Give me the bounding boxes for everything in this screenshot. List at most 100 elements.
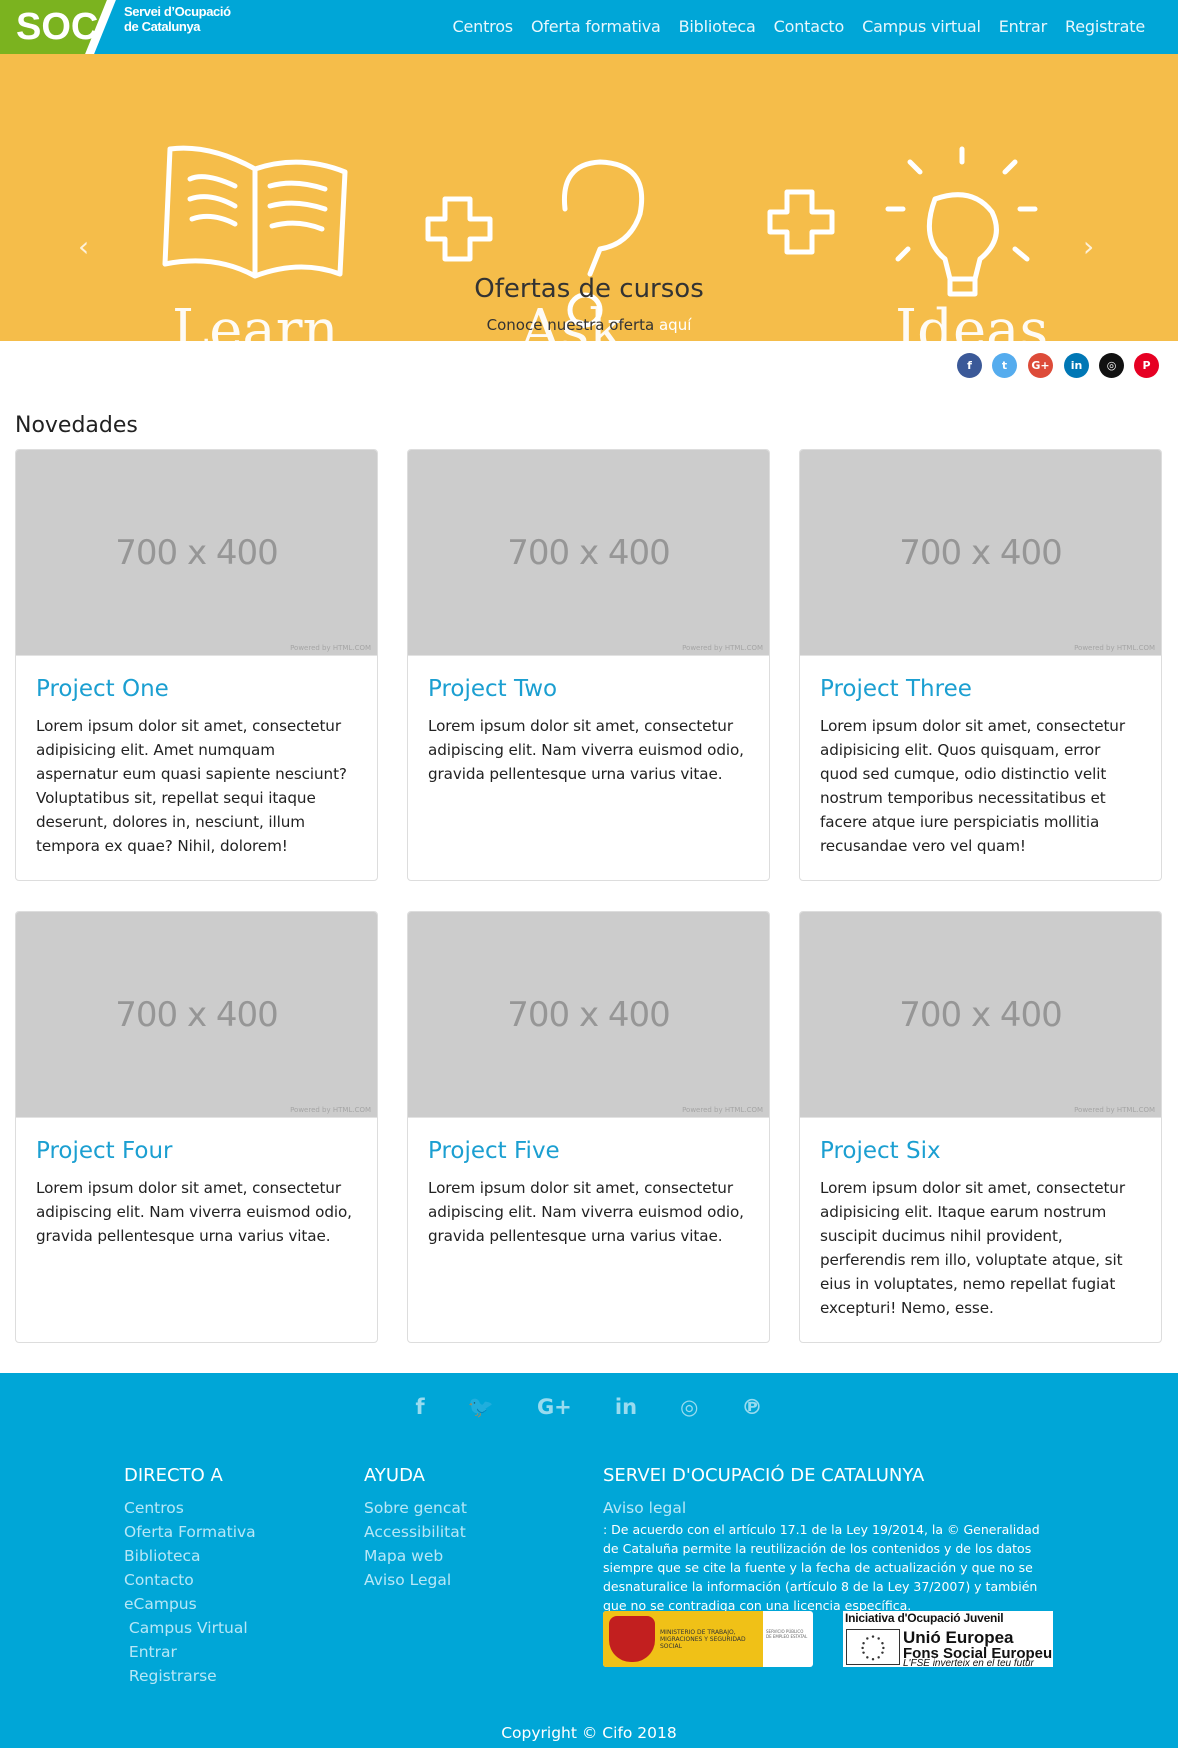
footer-link[interactable]: Mapa web bbox=[364, 1544, 467, 1568]
project-description: Lorem ipsum dolor sit amet, consectetur … bbox=[36, 1179, 352, 1245]
project-image[interactable]: 700 x 400 Powered by HTML.COM bbox=[800, 912, 1161, 1118]
footer-link[interactable]: Entrar bbox=[124, 1640, 256, 1664]
project-description: Lorem ipsum dolor sit amet, consectetur … bbox=[36, 717, 347, 855]
footer-link[interactable]: Accessibilitat bbox=[364, 1520, 467, 1544]
image-placeholder-label: 700 x 400 bbox=[507, 533, 671, 573]
footer-link[interactable]: Sobre gencat bbox=[364, 1496, 467, 1520]
project-description: Lorem ipsum dolor sit amet, consectetur … bbox=[820, 1179, 1125, 1317]
legal-link[interactable]: Aviso legal bbox=[603, 1496, 1053, 1520]
footer-link[interactable]: Aviso Legal bbox=[364, 1568, 467, 1592]
footer-col-title: DIRECTO A bbox=[124, 1465, 223, 1486]
nav-item-biblioteca[interactable]: Biblioteca bbox=[670, 0, 765, 54]
powered-by-label: Powered by HTML.COM bbox=[682, 644, 763, 652]
project-card: 700 x 400 Powered by HTML.COM Project One… bbox=[15, 449, 378, 881]
project-image[interactable]: 700 x 400 Powered by HTML.COM bbox=[800, 450, 1161, 656]
pinterest-icon[interactable]: ℗ bbox=[742, 1395, 763, 1419]
powered-by-label: Powered by HTML.COM bbox=[290, 644, 371, 652]
project-card: 700 x 400 Powered by HTML.COM Project Six… bbox=[799, 911, 1162, 1343]
image-placeholder-label: 700 x 400 bbox=[507, 995, 671, 1035]
legal-notice: Aviso legal : De acuerdo con el artículo… bbox=[603, 1496, 1053, 1615]
footer-link[interactable]: Contacto bbox=[124, 1568, 256, 1592]
project-title[interactable]: Project Six bbox=[820, 1138, 1141, 1164]
powered-by-label: Powered by HTML.COM bbox=[1074, 1106, 1155, 1114]
footer-link[interactable]: Oferta Formativa bbox=[124, 1520, 256, 1544]
footer-link[interactable]: eCampus bbox=[124, 1592, 256, 1616]
facebook-icon[interactable]: f bbox=[415, 1395, 424, 1419]
project-image[interactable]: 700 x 400 Powered by HTML.COM bbox=[16, 912, 377, 1118]
linkedin-icon[interactable]: in bbox=[1064, 353, 1089, 378]
logo-name: Servei d’Ocupació de Catalunya bbox=[124, 4, 231, 34]
plus-icon bbox=[425, 196, 493, 262]
chevron-left-icon[interactable]: ‹ bbox=[78, 230, 89, 263]
project-image[interactable]: 700 x 400 Powered by HTML.COM bbox=[408, 912, 769, 1118]
project-title[interactable]: Project One bbox=[36, 676, 357, 702]
main-menu: Centros Oferta formativa Biblioteca Cont… bbox=[444, 0, 1178, 54]
eu-flag-icon bbox=[846, 1629, 900, 1665]
social-buttons: f t G+ in ◎ P bbox=[0, 341, 1178, 391]
project-title[interactable]: Project Five bbox=[428, 1138, 749, 1164]
book-icon bbox=[162, 145, 348, 279]
caption-subtitle-text: Conoce nuestra oferta bbox=[486, 316, 655, 334]
project-card: 700 x 400 Powered by HTML.COM Project Fiv… bbox=[407, 911, 770, 1343]
eu-logo-line4: L'FSE inverteix en el teu futur bbox=[903, 1658, 1034, 1669]
footer-link[interactable]: Centros bbox=[124, 1496, 256, 1520]
footer-link[interactable]: Biblioteca bbox=[124, 1544, 256, 1568]
caption-link[interactable]: aquí bbox=[659, 316, 691, 334]
copyright: Copyright © Cifo 2018 bbox=[501, 1724, 677, 1742]
powered-by-label: Powered by HTML.COM bbox=[290, 1106, 371, 1114]
twitter-icon[interactable]: t bbox=[992, 353, 1017, 378]
image-placeholder-label: 700 x 400 bbox=[115, 533, 279, 573]
footer-col-title: SERVEI D'OCUPACIÓ DE CATALUNYA bbox=[603, 1465, 925, 1486]
project-description: Lorem ipsum dolor sit amet, consectetur … bbox=[820, 717, 1125, 855]
chevron-right-icon[interactable]: › bbox=[1083, 230, 1094, 263]
project-card: 700 x 400 Powered by HTML.COM Project Fou… bbox=[15, 911, 378, 1343]
top-navbar: SOC Servei d’Ocupació de Catalunya Centro… bbox=[0, 0, 1178, 54]
image-placeholder-label: 700 x 400 bbox=[899, 995, 1063, 1035]
project-image[interactable]: 700 x 400 Powered by HTML.COM bbox=[16, 450, 377, 656]
lightbulb-icon bbox=[885, 146, 1038, 297]
footer-link[interactable]: Registrarse bbox=[124, 1664, 256, 1688]
project-title[interactable]: Project Three bbox=[820, 676, 1141, 702]
question-icon bbox=[561, 159, 645, 277]
footer-logos: MINISTERIO DE TRABAJO, MIGRACIONES Y SEG… bbox=[603, 1611, 1053, 1669]
pinterest-icon[interactable]: P bbox=[1134, 353, 1159, 378]
project-title[interactable]: Project Two bbox=[428, 676, 749, 702]
coat-of-arms-icon bbox=[609, 1616, 655, 1662]
project-image[interactable]: 700 x 400 Powered by HTML.COM bbox=[408, 450, 769, 656]
powered-by-label: Powered by HTML.COM bbox=[682, 1106, 763, 1114]
instagram-icon[interactable]: ◎ bbox=[1099, 353, 1124, 378]
section-title-novedades: Novedades bbox=[15, 413, 138, 438]
ministry-logo: MINISTERIO DE TRABAJO, MIGRACIONES Y SEG… bbox=[603, 1611, 813, 1667]
instagram-icon[interactable]: ◎ bbox=[680, 1395, 698, 1419]
eu-logo-line1: Iniciativa d'Ocupació Juvenil bbox=[845, 1611, 1004, 1625]
linkedin-icon[interactable]: in bbox=[615, 1395, 637, 1419]
site-footer: f 🐦 G+ in ◎ ℗ DIRECTO A Centros Oferta F… bbox=[0, 1373, 1178, 1748]
project-description: Lorem ipsum dolor sit amet, consectetur … bbox=[428, 1179, 744, 1245]
footer-link[interactable]: Campus Virtual bbox=[124, 1616, 256, 1640]
project-title[interactable]: Project Four bbox=[36, 1138, 357, 1164]
nav-item-oferta-formativa[interactable]: Oferta formativa bbox=[522, 0, 670, 54]
image-placeholder-label: 700 x 400 bbox=[899, 533, 1063, 573]
google-plus-icon[interactable]: G+ bbox=[1028, 353, 1053, 378]
nav-item-contacto[interactable]: Contacto bbox=[765, 0, 853, 54]
news-grid: 700 x 400 Powered by HTML.COM Project One… bbox=[0, 449, 1178, 1343]
project-description: Lorem ipsum dolor sit amet, consectetur … bbox=[428, 717, 744, 783]
image-placeholder-label: 700 x 400 bbox=[115, 995, 279, 1035]
ministry-name: MINISTERIO DE TRABAJO, MIGRACIONES Y SEG… bbox=[660, 1628, 746, 1650]
twitter-icon[interactable]: 🐦 bbox=[468, 1395, 494, 1420]
carousel-caption-title: Ofertas de cursos bbox=[474, 274, 704, 304]
facebook-icon[interactable]: f bbox=[957, 353, 982, 378]
nav-item-entrar[interactable]: Entrar bbox=[990, 0, 1056, 54]
nav-item-centros[interactable]: Centros bbox=[444, 0, 522, 54]
footer-social: f 🐦 G+ in ◎ ℗ bbox=[0, 1395, 1178, 1420]
logo-soc-text: SOC bbox=[16, 6, 99, 48]
nav-item-campus-virtual[interactable]: Campus virtual bbox=[853, 0, 990, 54]
soc-logo[interactable]: SOC Servei d’Ocupació de Catalunya bbox=[0, 0, 240, 54]
hero-carousel: Learn Ask Ideas ‹ › Ofertas de cursos Co… bbox=[0, 54, 1178, 341]
footer-col-title: AYUDA bbox=[364, 1465, 425, 1486]
nav-item-registrate[interactable]: Registrate bbox=[1056, 0, 1154, 54]
legal-text: : De acuerdo con el artículo 17.1 de la … bbox=[603, 1522, 1040, 1613]
footer-col-soc: SERVEI D'OCUPACIÓ DE CATALUNYA Aviso leg… bbox=[603, 1465, 1053, 1615]
google-plus-icon[interactable]: G+ bbox=[537, 1395, 572, 1419]
project-card: 700 x 400 Powered by HTML.COM Project Thr… bbox=[799, 449, 1162, 881]
